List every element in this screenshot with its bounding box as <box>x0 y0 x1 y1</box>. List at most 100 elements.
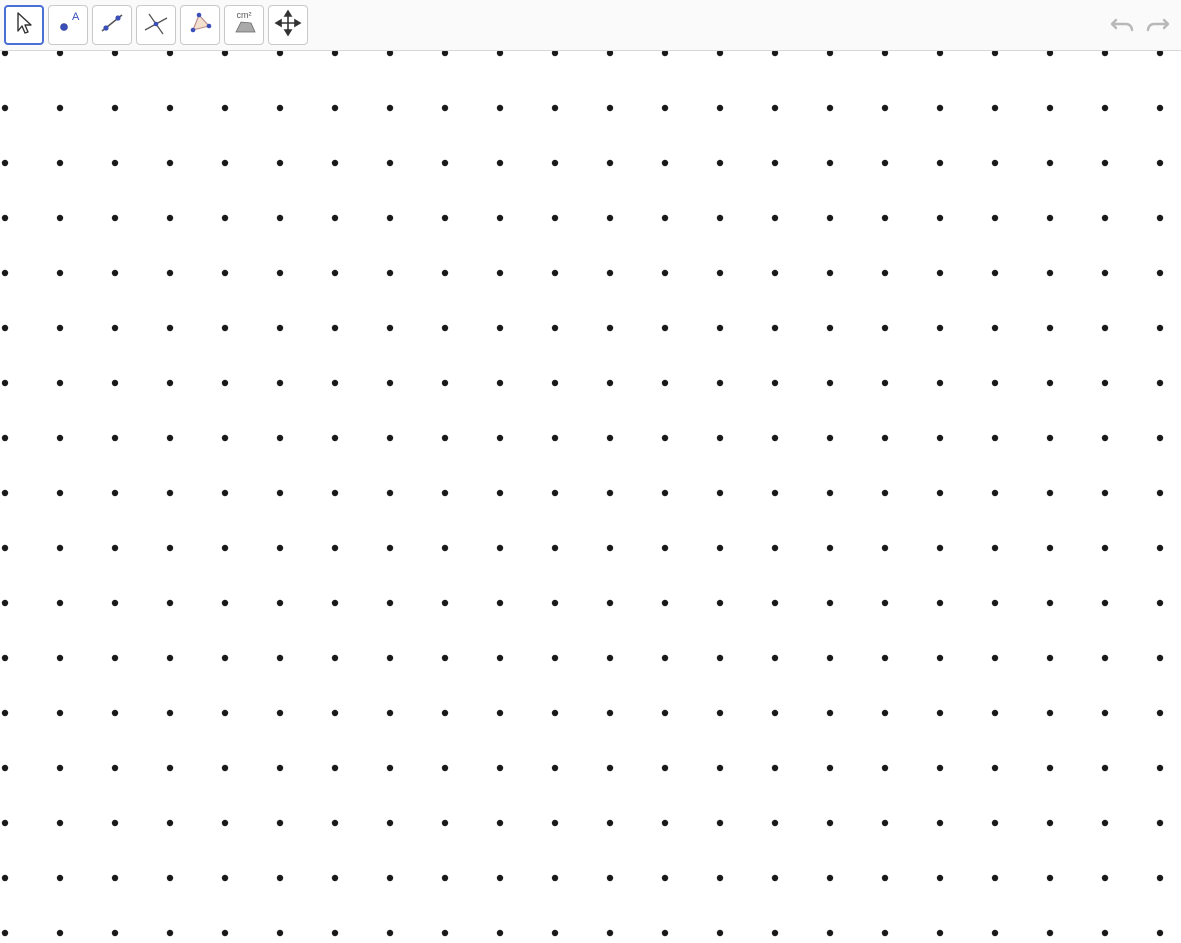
grid-dot <box>442 930 448 936</box>
grid-dot <box>222 710 228 716</box>
grid-dot <box>222 270 228 276</box>
grid-dot <box>387 435 393 441</box>
grid-dot <box>827 160 833 166</box>
point-tool-button[interactable]: A <box>48 5 88 45</box>
grid-dot <box>222 51 228 56</box>
grid-dot <box>2 51 8 56</box>
grid-dot <box>2 435 8 441</box>
grid-dot <box>112 600 118 606</box>
grid-dot <box>387 51 393 56</box>
move-tool-button[interactable] <box>4 5 44 45</box>
perpendicular-tool-button[interactable] <box>136 5 176 45</box>
grid-dot <box>332 51 338 56</box>
grid-dot <box>2 820 8 826</box>
grid-dot <box>112 51 118 56</box>
grid-dot <box>717 325 723 331</box>
point-icon: A <box>53 8 83 43</box>
grid-dot <box>772 765 778 771</box>
grid-dot <box>1047 105 1053 111</box>
grid-dot <box>772 435 778 441</box>
grid-dot <box>882 655 888 661</box>
line-tool-button[interactable] <box>92 5 132 45</box>
grid-dot <box>1157 270 1163 276</box>
grid-dot <box>222 215 228 221</box>
grid-dot <box>1047 160 1053 166</box>
grid-dot <box>717 875 723 881</box>
graphics-canvas[interactable] <box>0 51 1181 943</box>
grid-dot <box>2 875 8 881</box>
grid-dot <box>772 820 778 826</box>
grid-dot <box>277 105 283 111</box>
grid-dot <box>497 160 503 166</box>
grid-dot <box>937 380 943 386</box>
grid-dot <box>277 875 283 881</box>
grid-dot <box>277 51 283 56</box>
area-tool-button[interactable]: cm² <box>224 5 264 45</box>
grid-dot <box>1102 51 1108 56</box>
grid-dot <box>992 105 998 111</box>
grid-dot <box>717 930 723 936</box>
grid-dot <box>827 215 833 221</box>
grid-dot <box>827 490 833 496</box>
grid-dot <box>1102 380 1108 386</box>
grid-dot <box>1102 160 1108 166</box>
grid-dot <box>607 490 613 496</box>
grid-dot <box>112 270 118 276</box>
grid-dot <box>442 765 448 771</box>
grid-dot <box>1157 655 1163 661</box>
grid-dot <box>332 710 338 716</box>
grid-dot <box>992 435 998 441</box>
grid-dot <box>607 930 613 936</box>
grid-dot <box>1102 435 1108 441</box>
grid-dot <box>2 710 8 716</box>
grid-dot <box>277 655 283 661</box>
grid-dot <box>717 51 723 56</box>
grid-dot <box>772 600 778 606</box>
grid-dot <box>937 820 943 826</box>
grid-dot <box>552 325 558 331</box>
grid-dot <box>387 270 393 276</box>
grid-dot <box>387 215 393 221</box>
move-view-tool-button[interactable] <box>268 5 308 45</box>
grid-dot <box>607 545 613 551</box>
grid-dot <box>1047 655 1053 661</box>
grid-dot <box>57 545 63 551</box>
grid-dot <box>1102 875 1108 881</box>
polygon-tool-button[interactable] <box>180 5 220 45</box>
grid-dot <box>277 270 283 276</box>
grid-dot <box>1047 765 1053 771</box>
redo-button[interactable] <box>1141 9 1173 41</box>
grid-dot <box>772 490 778 496</box>
grid-dot <box>1102 490 1108 496</box>
grid-dot <box>112 325 118 331</box>
grid-dot <box>332 820 338 826</box>
grid-dot <box>1047 51 1053 56</box>
grid-dot <box>717 380 723 386</box>
grid-dot <box>827 600 833 606</box>
grid-dot <box>882 930 888 936</box>
grid-dot <box>167 215 173 221</box>
grid-dot <box>2 325 8 331</box>
grid-dot <box>497 105 503 111</box>
grid-dot <box>167 105 173 111</box>
grid-dot <box>277 710 283 716</box>
grid-dot <box>607 105 613 111</box>
grid-dot <box>552 160 558 166</box>
undo-button[interactable] <box>1107 9 1139 41</box>
grid-dot <box>112 820 118 826</box>
grid-dot <box>882 875 888 881</box>
grid-dot <box>772 930 778 936</box>
grid-dot <box>937 600 943 606</box>
grid-dot <box>112 875 118 881</box>
grid-dot <box>882 51 888 56</box>
grid-dot <box>827 270 833 276</box>
redo-icon <box>1144 10 1170 41</box>
move-view-icon <box>273 8 303 43</box>
tool-group: A <box>4 5 308 45</box>
grid-dot <box>772 51 778 56</box>
grid-dot <box>552 820 558 826</box>
grid-dot <box>1157 765 1163 771</box>
grid-dot <box>332 490 338 496</box>
grid-dot <box>882 105 888 111</box>
grid-dot <box>772 270 778 276</box>
